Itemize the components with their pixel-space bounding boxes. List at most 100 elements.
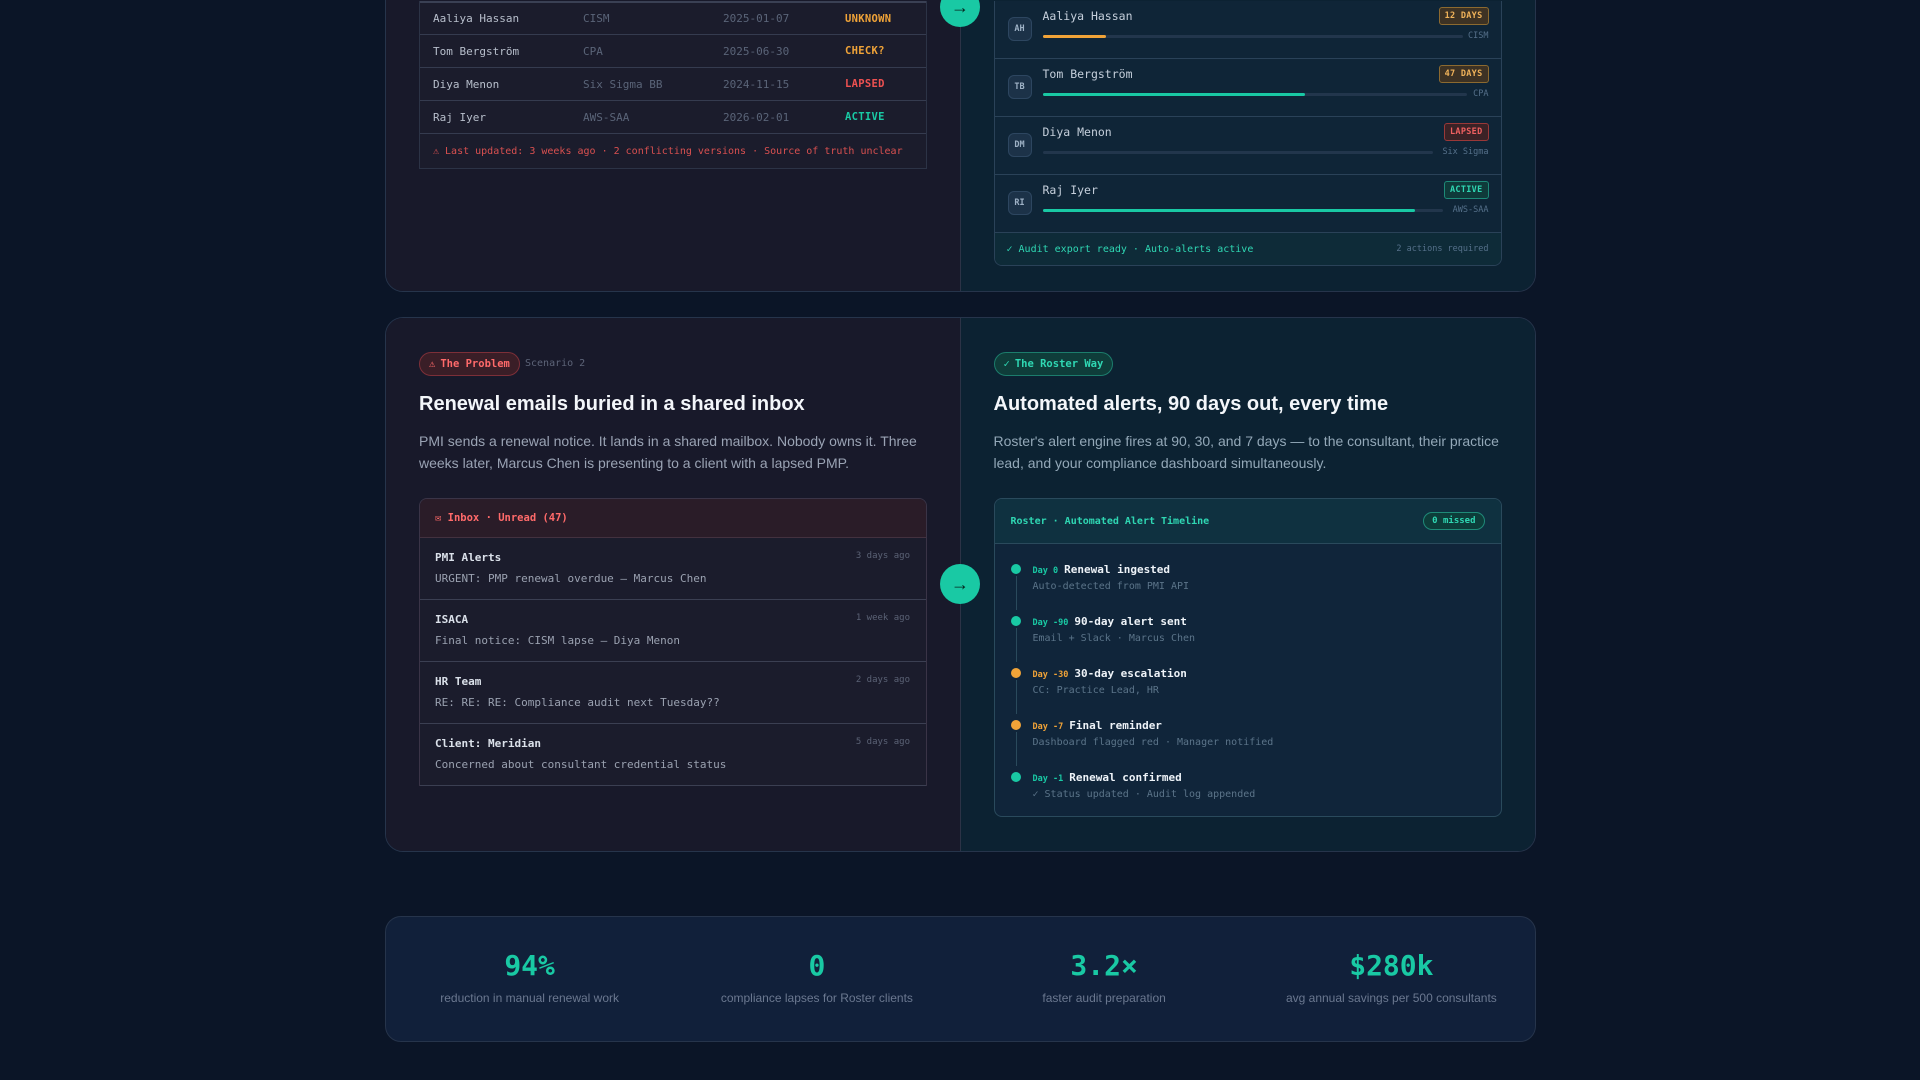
timeline-event: Day -30 30-day escalation CC: Practice Le…	[1010, 664, 1481, 716]
stat-value: 3.2×	[1070, 949, 1138, 982]
row-status: CHECK?	[845, 45, 885, 57]
scenario-label: Scenario 2	[525, 358, 586, 369]
event-title: Renewal ingested	[1064, 563, 1171, 576]
event-sub: Auto-detected from PMI API	[1032, 581, 1190, 592]
email-sender: ISACA	[435, 613, 469, 626]
row-cert: CISM	[583, 12, 610, 25]
row-date: 2026-02-01	[723, 110, 790, 124]
scenario-1-problem-panel: Aaliya Hassan CISM 2025-01-07 UNKNOWN To…	[386, 0, 961, 291]
event-title: Renewal confirmed	[1069, 771, 1182, 784]
row-date: 2025-01-07	[723, 12, 790, 25]
roster-row[interactable]: RI Raj Iyer ACTIVE AWS-SAA	[994, 175, 1501, 233]
event-day-label: Day -90	[1032, 618, 1069, 628]
event-day: Day -90 90-day alert sent	[1033, 615, 1187, 628]
status-badge: 47 DAYS	[1438, 65, 1489, 83]
renewal-progress-bar	[1042, 35, 1463, 38]
table-warning-footer: ⚠ Last updated: 3 weeks ago · 2 conflict…	[420, 133, 926, 168]
progress-fill	[1042, 93, 1306, 96]
stat-label: avg annual savings per 500 consultants	[1285, 991, 1497, 1005]
event-day-label: Day -1	[1032, 774, 1064, 784]
row-status: LAPSED	[845, 78, 885, 90]
email-time: 2 days ago	[855, 675, 910, 685]
table-row: Tom Bergström CPA 2025-06-30 CHECK?	[420, 34, 926, 67]
event-day: Day 0 Renewal ingested	[1033, 563, 1171, 576]
table-row: Aaliya Hassan CISM 2025-01-07 UNKNOWN	[420, 1, 926, 34]
roster-name: Diya Menon	[1042, 125, 1112, 139]
timeline-connector	[1015, 576, 1017, 610]
row-name: Raj Iyer	[433, 110, 486, 124]
roster-way-pill: ✓ The Roster Way	[993, 352, 1114, 376]
email-subject: Final notice: CISM lapse — Diya Menon	[435, 634, 681, 647]
table-row: Diya Menon Six Sigma BB 2024-11-15 LAPSE…	[420, 67, 926, 100]
scenario-1-solution-panel: AH Aaliya Hassan 12 DAYS CISM TB Tom Ber…	[960, 0, 1535, 291]
timeline-dot-icon	[1010, 616, 1021, 626]
scenario-2-problem-panel: ⚠ The Problem Scenario 2 Renewal emails …	[386, 318, 961, 851]
roster-row[interactable]: TB Tom Bergström 47 DAYS CPA	[994, 59, 1501, 117]
email-item[interactable]: HR Team 2 days ago RE: RE: RE: Complianc…	[420, 662, 926, 724]
event-sub: Email + Slack · Marcus Chen	[1032, 633, 1196, 644]
problem-pill-label: The Problem	[440, 358, 510, 370]
email-item[interactable]: PMI Alerts 3 days ago URGENT: PMP renewa…	[420, 538, 926, 600]
email-item[interactable]: Client: Meridian 5 days ago Concerned ab…	[420, 724, 926, 786]
email-item[interactable]: ISACA 1 week ago Final notice: CISM laps…	[420, 600, 926, 662]
event-day: Day -1 Renewal confirmed	[1033, 771, 1182, 784]
row-name: Diya Menon	[433, 77, 500, 91]
row-status: ACTIVE	[845, 111, 885, 123]
roster-cert: CISM	[1468, 31, 1489, 41]
warning-icon: ⚠	[429, 358, 436, 370]
renewal-progress-bar	[1042, 151, 1433, 154]
avatar: AH	[1007, 17, 1032, 41]
row-status: UNKNOWN	[845, 12, 892, 25]
row-cert: AWS-SAA	[583, 110, 630, 124]
status-badge: LAPSED	[1443, 123, 1489, 141]
email-sender: Client: Meridian	[435, 737, 541, 750]
email-time: 1 week ago	[855, 613, 910, 623]
shared-inbox: ✉ Inbox · Unread (47) PMI Alerts 3 days …	[419, 498, 927, 786]
roster-name: Raj Iyer	[1042, 183, 1098, 197]
timeline-dot-icon	[1010, 772, 1021, 782]
roster-footer: ✓ Audit export ready · Auto-alerts activ…	[994, 233, 1501, 265]
timeline-event: Day -1 Renewal confirmed ✓ Status updated…	[1010, 768, 1481, 816]
alert-timeline: Roster · Automated Alert Timeline 0 miss…	[993, 498, 1502, 817]
stat-item: 3.2× faster audit preparation	[961, 917, 1248, 1041]
progress-fill	[1042, 35, 1106, 38]
event-title: 90-day alert sent	[1074, 615, 1187, 628]
email-subject: URGENT: PMP renewal overdue — Marcus Che…	[435, 572, 707, 585]
missed-badge: 0 missed	[1423, 512, 1485, 530]
roster-name: Tom Bergström	[1042, 67, 1133, 81]
row-cert: Six Sigma BB	[583, 77, 663, 91]
timeline-dot-icon	[1010, 564, 1021, 574]
problem-title: Renewal emails buried in a shared inbox	[419, 393, 805, 415]
spreadsheet-table: Aaliya Hassan CISM 2025-01-07 UNKNOWN To…	[419, 1, 927, 169]
stat-label: faster audit preparation	[1042, 991, 1166, 1005]
avatar: DM	[1007, 133, 1032, 157]
event-sub: ✓ Status updated · Audit log appended	[1032, 789, 1256, 800]
scenario-2-solution-panel: ✓ The Roster Way Automated alerts, 90 da…	[960, 318, 1535, 851]
inbox-header: ✉ Inbox · Unread (47)	[420, 499, 926, 538]
renewal-progress-bar	[1042, 209, 1443, 212]
timeline-connector	[1015, 680, 1017, 714]
timeline-event: Day -90 90-day alert sent Email + Slack ·…	[1010, 612, 1481, 664]
stat-value: 0	[808, 949, 826, 982]
row-cert: CPA	[583, 44, 603, 58]
roster-row[interactable]: AH Aaliya Hassan 12 DAYS CISM	[994, 1, 1501, 59]
roster-row[interactable]: DM Diya Menon LAPSED Six Sigma	[994, 117, 1501, 175]
solution-description: Roster's alert engine fires at 90, 30, a…	[993, 433, 1499, 471]
email-subject: RE: RE: RE: Compliance audit next Tuesda…	[435, 696, 720, 709]
timeline-title: Roster · Automated Alert Timeline	[1010, 515, 1210, 527]
timeline-connector	[1015, 628, 1017, 662]
event-title: 30-day escalation	[1074, 667, 1187, 680]
email-sender: HR Team	[435, 675, 482, 688]
stat-item: $280k avg annual savings per 500 consult…	[1248, 917, 1535, 1041]
roster-cert: AWS-SAA	[1452, 205, 1489, 215]
roster-name: Aaliya Hassan	[1042, 9, 1133, 23]
table-row: Raj Iyer AWS-SAA 2026-02-01 ACTIVE	[420, 100, 926, 133]
event-day-label: Day 0	[1032, 566, 1059, 576]
status-badge: ACTIVE	[1443, 181, 1489, 199]
avatar: TB	[1007, 75, 1032, 99]
stat-label: compliance lapses for Roster clients	[720, 991, 913, 1005]
timeline-connector	[1015, 732, 1017, 766]
compare-arrow-icon[interactable]: →	[940, 564, 980, 604]
row-name: Tom Bergström	[433, 44, 520, 58]
actions-required-text: 2 actions required	[1396, 244, 1489, 254]
